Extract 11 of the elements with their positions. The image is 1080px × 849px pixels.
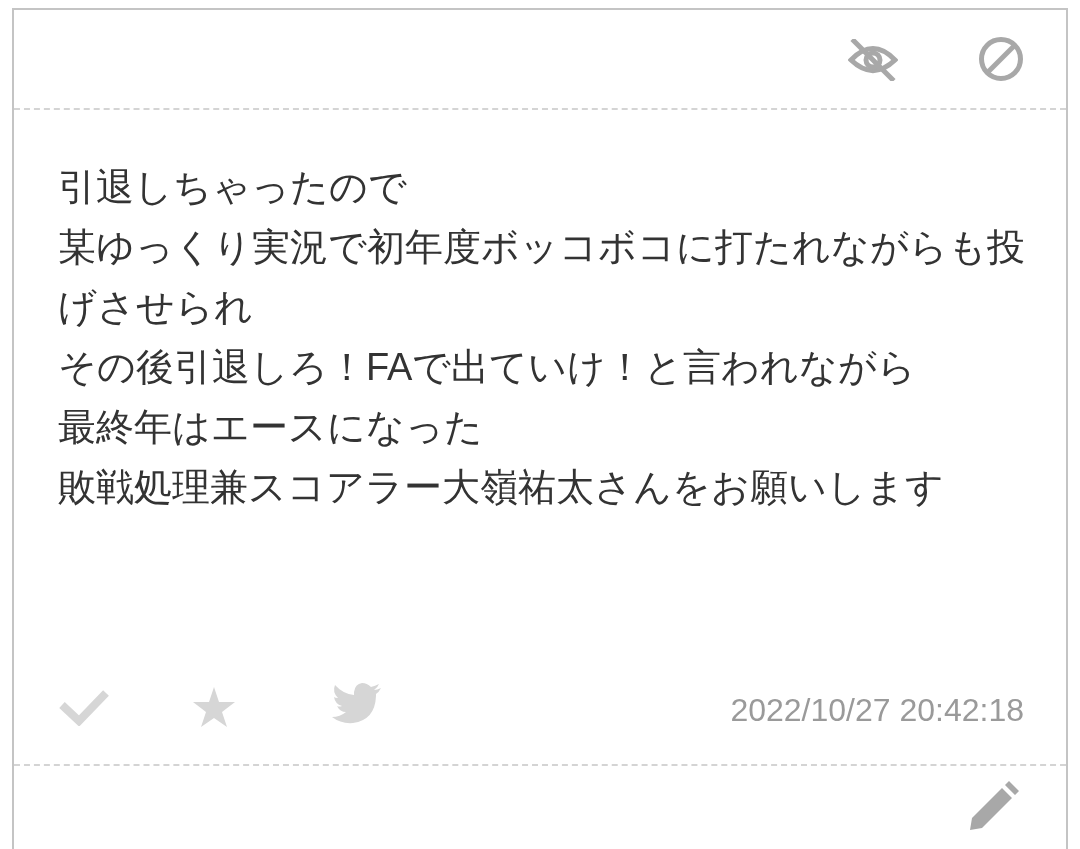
check-icon[interactable] <box>58 688 110 726</box>
star-icon[interactable] <box>192 686 236 728</box>
timestamp: 2022/10/27 20:42:18 <box>730 691 1024 730</box>
message-line: 最終年はエースになった <box>58 405 483 450</box>
message-line: 引退しちゃったので <box>58 165 407 210</box>
block-icon[interactable] <box>978 36 1024 82</box>
message-line: 敗戦処理兼スコアラー大嶺祐太さんをお願いします <box>58 465 944 510</box>
message-line: その後引退しろ！FAで出ていけ！と言われながら <box>58 345 917 390</box>
hide-icon[interactable] <box>848 39 898 81</box>
message-line: 某ゆっくり実況で初年度ボッコボコに打たれながらも投げさせられ <box>58 225 1026 330</box>
bird-icon[interactable] <box>331 682 383 726</box>
